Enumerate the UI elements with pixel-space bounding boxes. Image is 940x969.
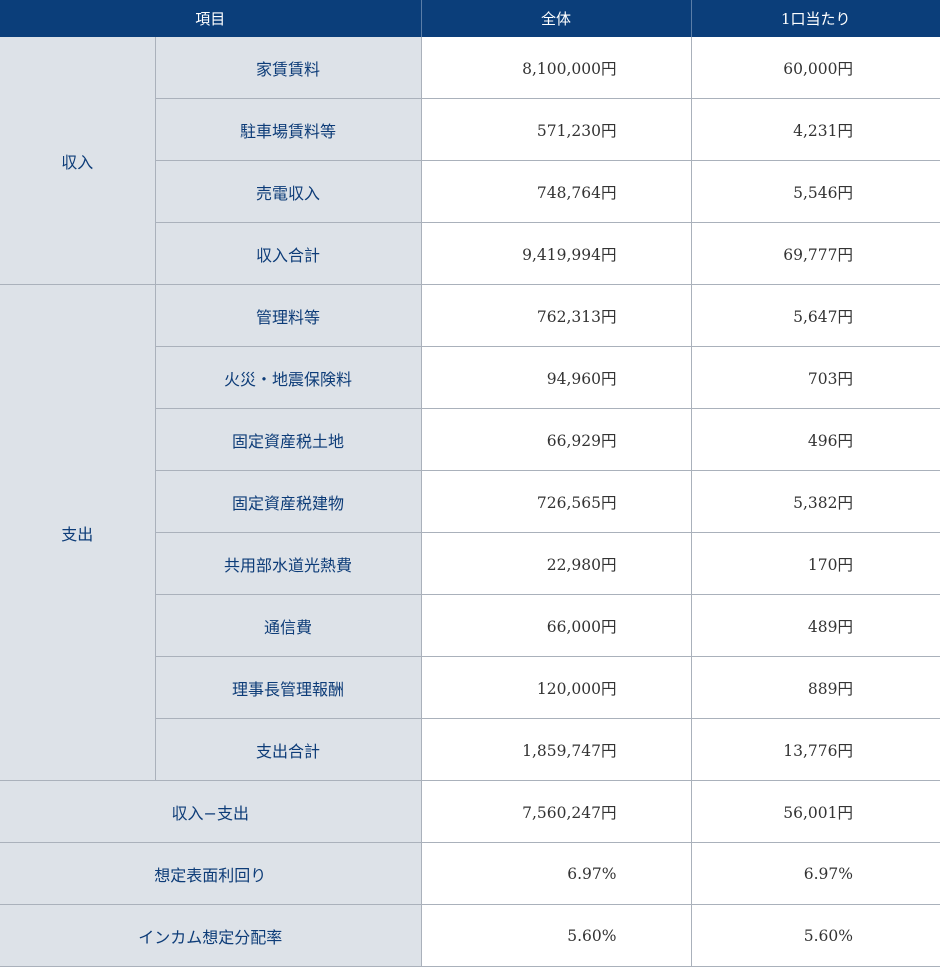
table-row: 収入−支出 7,560,247円 56,001円	[0, 780, 940, 843]
row-per-unit: 5.60%	[691, 904, 940, 967]
row-total: 726,565円	[421, 470, 692, 533]
row-label: 通信費	[155, 594, 422, 657]
row-label: 共用部水道光熱費	[155, 532, 422, 595]
row-total: 120,000円	[421, 656, 692, 719]
row-per-unit: 6.97%	[691, 842, 940, 905]
row-per-unit: 889円	[691, 656, 940, 719]
row-total: 571,230円	[421, 98, 692, 161]
row-label: 家賃賃料	[155, 37, 422, 99]
row-total: 9,419,994円	[421, 222, 692, 285]
row-per-unit: 5,546円	[691, 160, 940, 223]
row-label: 火災・地震保険料	[155, 346, 422, 409]
row-total: 5.60%	[421, 904, 692, 967]
row-total: 66,000円	[421, 594, 692, 657]
row-total: 748,764円	[421, 160, 692, 223]
row-per-unit: 69,777円	[691, 222, 940, 285]
row-label: 固定資産税建物	[155, 470, 422, 533]
table-row: 収入 家賃賃料 8,100,000円 60,000円	[0, 37, 940, 285]
row-total: 762,313円	[421, 284, 692, 347]
row-label: 収入−支出	[0, 780, 422, 843]
row-label: 売電収入	[155, 160, 422, 223]
group-income-label: 収入	[0, 37, 156, 285]
row-label: インカム想定分配率	[0, 904, 422, 967]
row-label: 管理料等	[155, 284, 422, 347]
table-row: インカム想定分配率 5.60% 5.60%	[0, 904, 940, 967]
row-total: 66,929円	[421, 408, 692, 471]
row-per-unit: 5,382円	[691, 470, 940, 533]
row-per-unit: 170円	[691, 532, 940, 595]
row-per-unit: 56,001円	[691, 780, 940, 843]
row-per-unit: 496円	[691, 408, 940, 471]
row-label: 固定資産税土地	[155, 408, 422, 471]
row-label: 駐車場賃料等	[155, 98, 422, 161]
table-row: 支出 管理料等 762,313円 5,647円	[0, 284, 940, 781]
row-label: 理事長管理報酬	[155, 656, 422, 719]
group-expense-label: 支出	[0, 284, 156, 781]
row-per-unit: 489円	[691, 594, 940, 657]
table-header-row: 項目 全体 1口当たり	[0, 0, 940, 37]
row-total: 6.97%	[421, 842, 692, 905]
header-per-unit: 1口当たり	[691, 0, 940, 37]
header-item: 項目	[0, 0, 422, 37]
row-per-unit: 60,000円	[691, 37, 940, 99]
income-expense-table: 項目 全体 1口当たり 収入 家賃賃料 8,100,000円 60,000円 駐…	[0, 0, 940, 967]
row-label: 想定表面利回り	[0, 842, 422, 905]
row-per-unit: 703円	[691, 346, 940, 409]
row-total: 94,960円	[421, 346, 692, 409]
row-per-unit: 13,776円	[691, 718, 940, 781]
row-label: 収入合計	[155, 222, 422, 285]
table-row: 想定表面利回り 6.97% 6.97%	[0, 842, 940, 905]
row-per-unit: 4,231円	[691, 98, 940, 161]
row-label: 支出合計	[155, 718, 422, 781]
row-per-unit: 5,647円	[691, 284, 940, 347]
row-total: 7,560,247円	[421, 780, 692, 843]
row-total: 8,100,000円	[421, 37, 692, 99]
header-total: 全体	[421, 0, 692, 37]
row-total: 1,859,747円	[421, 718, 692, 781]
row-total: 22,980円	[421, 532, 692, 595]
